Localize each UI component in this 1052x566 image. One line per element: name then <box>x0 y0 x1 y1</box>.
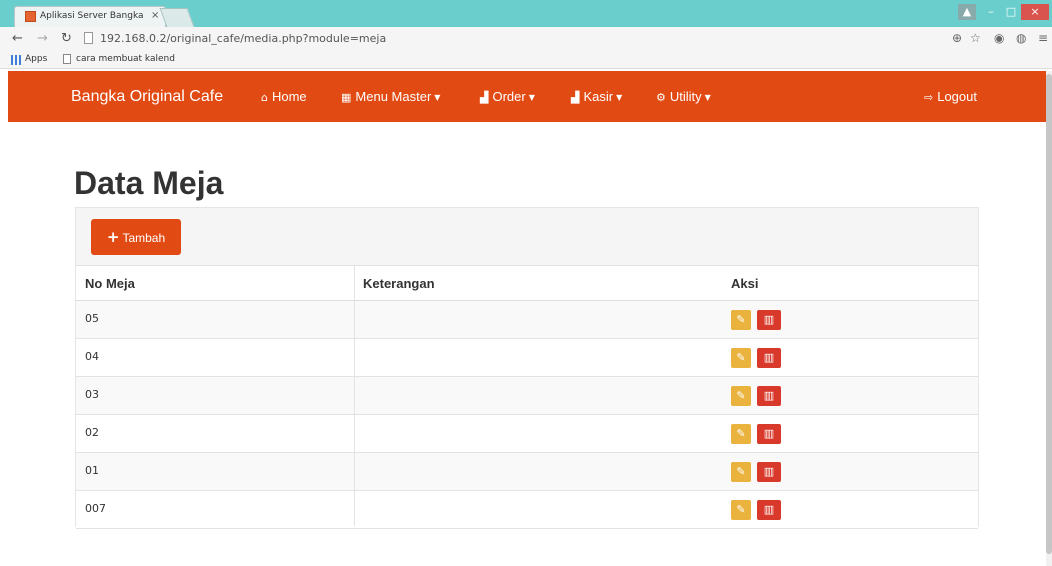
nav-menu-master[interactable]: ▦ Menu Master ▼ <box>341 89 440 104</box>
cell-no-meja: 007 <box>85 502 106 515</box>
nav-home[interactable]: ⌂ Home <box>261 89 307 104</box>
profile-icon[interactable]: ▲ <box>958 4 976 20</box>
cell-no-meja: 04 <box>85 350 99 363</box>
bookmark-star-icon[interactable]: ☆ <box>970 31 981 45</box>
edit-icon[interactable]: ✎ <box>731 386 751 406</box>
column-divider <box>354 266 355 526</box>
navbar: Bangka Original Cafe ⌂ Home ▦ Menu Master ▼… <box>8 71 1046 122</box>
table-row: 02 ✎ ▥ <box>76 415 978 453</box>
edit-icon[interactable]: ✎ <box>731 348 751 368</box>
apps-icon <box>11 55 21 65</box>
column-header-aksi: Aksi <box>731 276 759 291</box>
plus-icon: + <box>106 228 120 246</box>
cell-no-meja: 02 <box>85 426 99 439</box>
cell-no-meja: 01 <box>85 464 99 477</box>
bar-chart-icon: ▟ <box>480 91 489 104</box>
cell-no-meja: 05 <box>85 312 99 325</box>
trash-icon[interactable]: ▥ <box>757 348 781 368</box>
minimize-button[interactable]: – <box>982 4 1000 20</box>
trash-icon[interactable]: ▥ <box>757 500 781 520</box>
page-icon <box>63 54 71 64</box>
caret-down-icon: ▼ <box>434 93 441 102</box>
menu-icon[interactable]: ≡ <box>1038 31 1048 45</box>
forward-icon[interactable]: → <box>37 31 48 46</box>
table-row: 01 ✎ ▥ <box>76 453 978 491</box>
trash-icon[interactable]: ▥ <box>757 462 781 482</box>
nav-utility[interactable]: ⚙ Utility ▼ <box>656 89 711 104</box>
page-icon <box>84 32 93 44</box>
table-row: 05 ✎ ▥ <box>76 301 978 339</box>
trash-icon[interactable]: ▥ <box>757 310 781 330</box>
bookmark-item[interactable]: cara membuat kalend <box>76 54 175 64</box>
brand-link[interactable]: Bangka Original Cafe <box>71 88 223 106</box>
home-icon: ⌂ <box>261 91 268 104</box>
bookmarks-bar: Apps cara membuat kalend <box>0 51 1052 69</box>
address-bar: ← → ↻ 192.168.0.2/original_cafe/media.ph… <box>0 27 1052 51</box>
logout-icon: ⇨ <box>924 91 934 104</box>
meja-table-panel: + Tambah No Meja Keterangan Aksi 05 ✎ ▥ 0… <box>75 207 979 529</box>
new-tab-button[interactable] <box>159 8 195 27</box>
caret-down-icon: ▼ <box>528 93 535 102</box>
window-close-button[interactable]: × <box>1021 4 1049 20</box>
bookmark-apps[interactable]: Apps <box>25 54 47 64</box>
edit-icon[interactable]: ✎ <box>731 462 751 482</box>
panel-header: + Tambah <box>76 208 978 266</box>
caret-down-icon: ▼ <box>616 93 623 102</box>
table-row: 04 ✎ ▥ <box>76 339 978 377</box>
trash-icon[interactable]: ▥ <box>757 386 781 406</box>
bar-chart-icon: ▟ <box>571 91 580 104</box>
column-header-keterangan: Keterangan <box>363 276 435 291</box>
url-text: 192.168.0.2/original_cafe/media.php?modu… <box>100 32 387 45</box>
favicon-icon <box>25 11 36 22</box>
reload-icon[interactable]: ↻ <box>61 31 72 46</box>
url-field[interactable]: 192.168.0.2/original_cafe/media.php?modu… <box>84 30 940 48</box>
zoom-icon[interactable]: ⊕ <box>952 31 962 45</box>
edit-icon[interactable]: ✎ <box>731 424 751 444</box>
table-row: 007 ✎ ▥ <box>76 491 978 529</box>
edit-icon[interactable]: ✎ <box>731 500 751 520</box>
grid-icon: ▦ <box>341 91 352 104</box>
nav-order[interactable]: ▟ Order ▼ <box>480 89 535 104</box>
table-row: 03 ✎ ▥ <box>76 377 978 415</box>
browser-tab[interactable]: Aplikasi Server Bangka O × <box>14 6 166 27</box>
close-tab-icon[interactable]: × <box>151 10 159 21</box>
gear-icon: ⚙ <box>656 91 666 104</box>
nav-kasir[interactable]: ▟ Kasir ▼ <box>571 89 622 104</box>
scrollbar-thumb[interactable] <box>1046 74 1052 554</box>
browser-tab-strip: Aplikasi Server Bangka O × ▲ – □ × <box>0 0 1052 27</box>
extension-icon-2[interactable]: ◍ <box>1016 31 1026 45</box>
page-title: Data Meja <box>74 165 224 201</box>
add-meja-button[interactable]: + Tambah <box>91 219 181 255</box>
nav-logout[interactable]: ⇨ Logout <box>924 89 977 104</box>
edit-icon[interactable]: ✎ <box>731 310 751 330</box>
cell-no-meja: 03 <box>85 388 99 401</box>
maximize-button[interactable]: □ <box>1002 4 1020 20</box>
extension-icon[interactable]: ◉ <box>994 31 1004 45</box>
caret-down-icon: ▼ <box>704 93 711 102</box>
column-header-no-meja: No Meja <box>85 276 135 291</box>
trash-icon[interactable]: ▥ <box>757 424 781 444</box>
back-icon[interactable]: ← <box>12 31 23 46</box>
browser-tab-title: Aplikasi Server Bangka O <box>40 11 145 21</box>
